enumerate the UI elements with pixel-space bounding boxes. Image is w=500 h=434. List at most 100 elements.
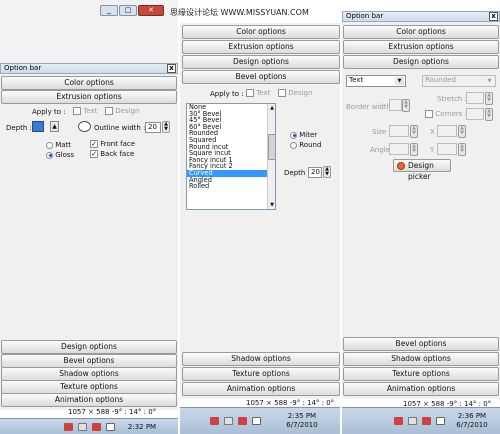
- network-icon[interactable]: [210, 417, 219, 425]
- miter-radio[interactable]: Miter: [290, 131, 317, 139]
- mid-shadow-options-button[interactable]: Shadow options: [182, 352, 340, 366]
- mid-design-checkbox[interactable]: Design: [278, 89, 312, 97]
- left-text-checkbox[interactable]: Text: [73, 107, 97, 115]
- mid-extrusion-options-button[interactable]: Extrusion options: [182, 40, 340, 54]
- right-bevel-options-button[interactable]: Bevel options: [343, 337, 499, 351]
- close-window-icon[interactable]: ✕: [138, 5, 164, 16]
- minimize-icon[interactable]: _: [100, 5, 118, 16]
- y-field[interactable]: [437, 143, 457, 155]
- y-spinner[interactable]: ▲ ▼: [458, 143, 466, 156]
- right-texture-options-button[interactable]: Texture options: [343, 367, 499, 381]
- bevel-list-item[interactable]: Rolled: [187, 183, 267, 190]
- mid-animation-options-button[interactable]: Animation options: [182, 382, 340, 396]
- stretch-field[interactable]: [466, 92, 484, 104]
- right-design-options-button[interactable]: Design options: [343, 55, 499, 69]
- mid-taskbar: 2:35 PM 6/7/2010: [180, 407, 340, 434]
- left-design-checkbox[interactable]: Design: [105, 107, 139, 115]
- corners-field[interactable]: [466, 108, 484, 120]
- right-clock[interactable]: 2:36 PM 6/7/2010: [450, 412, 494, 430]
- outline-width-field[interactable]: 20: [145, 122, 161, 133]
- depth-dropdown-icon[interactable]: ▲: [50, 121, 59, 132]
- left-depth-label: Depth :: [6, 124, 32, 132]
- back-face-checkbox[interactable]: ✓ Back face: [90, 150, 134, 158]
- checkmark-icon: ✓: [90, 150, 98, 158]
- mid-clock[interactable]: 2:35 PM 6/7/2010: [280, 412, 324, 430]
- right-option-bar-title: Option bar: [346, 12, 384, 20]
- border-width-field[interactable]: [389, 99, 402, 111]
- matt-radio[interactable]: Matt: [46, 141, 71, 149]
- speaker-icon[interactable]: [106, 423, 115, 431]
- right-close-icon[interactable]: x: [489, 12, 498, 21]
- monitor-icon[interactable]: [238, 417, 247, 425]
- left-option-bar-header: Option bar x: [0, 63, 178, 74]
- x-spinner[interactable]: ▲ ▼: [458, 125, 466, 138]
- left-color-options-button[interactable]: Color options: [1, 76, 177, 90]
- right-shadow-options-button[interactable]: Shadow options: [343, 352, 499, 366]
- stretch-spinner[interactable]: ▲ ▼: [485, 92, 493, 105]
- round-radio[interactable]: Round: [290, 141, 321, 149]
- angle-spinner[interactable]: ▲ ▼: [410, 143, 418, 156]
- gloss-radio[interactable]: Gloss: [46, 151, 74, 159]
- border-width-spinner[interactable]: ▲ ▼: [402, 99, 410, 112]
- scroll-up-icon[interactable]: ▲: [268, 104, 275, 112]
- bevel-type-list[interactable]: None 30° Bevel 45° Bevel 60° Bevel Rounded Sq…: [186, 103, 276, 210]
- x-field[interactable]: [437, 125, 457, 137]
- rounded-select[interactable]: Rounded ▼: [422, 75, 496, 87]
- mid-texture-options-button[interactable]: Texture options: [182, 367, 340, 381]
- corners-spinner[interactable]: ▲ ▼: [485, 108, 493, 121]
- size-field[interactable]: [389, 125, 409, 137]
- left-close-icon[interactable]: x: [167, 64, 176, 73]
- left-design-options-button[interactable]: Design options: [1, 340, 177, 354]
- x-label: X: [430, 128, 435, 136]
- left-shadow-options-button[interactable]: Shadow options: [1, 367, 177, 381]
- maximize-icon[interactable]: □: [119, 5, 137, 16]
- left-clock[interactable]: 2:32 PM: [122, 423, 162, 432]
- front-face-checkbox[interactable]: ✓ Front face: [90, 140, 135, 148]
- scroll-thumb[interactable]: [268, 134, 275, 160]
- mid-depth-spinner[interactable]: ▲ ▼: [323, 166, 331, 178]
- angle-field[interactable]: [389, 143, 409, 155]
- flag-icon[interactable]: [78, 423, 87, 431]
- corners-checkbox[interactable]: Corners :: [425, 110, 467, 118]
- outline-width-label: Outline width :: [94, 124, 146, 132]
- network-icon[interactable]: [394, 417, 403, 425]
- mid-color-options-button[interactable]: Color options: [182, 25, 340, 39]
- checkbox-icon: [425, 110, 433, 118]
- left-bevel-options-button[interactable]: Bevel options: [1, 354, 177, 368]
- left-texture-options-button[interactable]: Texture options: [1, 380, 177, 394]
- right-extrusion-options-button[interactable]: Extrusion options: [343, 40, 499, 54]
- mid-clock-date: 6/7/2010: [286, 421, 318, 429]
- text-select[interactable]: Text ▼: [346, 75, 406, 87]
- right-color-options-button[interactable]: Color options: [343, 25, 499, 39]
- checkmark-icon: ✓: [90, 140, 98, 148]
- checkbox-icon: [73, 107, 81, 115]
- mid-bevel-options-button[interactable]: Bevel options: [182, 70, 340, 84]
- flag-icon[interactable]: [224, 417, 233, 425]
- design-picker-button[interactable]: Design picker: [393, 159, 451, 181]
- mid-clock-time: 2:35 PM: [287, 412, 317, 420]
- monitor-icon[interactable]: [92, 423, 101, 431]
- right-animation-options-button[interactable]: Animation options: [343, 382, 499, 396]
- y-label: Y: [430, 146, 435, 154]
- speaker-icon[interactable]: [436, 417, 445, 425]
- list-scrollbar[interactable]: ▲ ▼: [267, 104, 275, 209]
- size-spinner[interactable]: ▲ ▼: [410, 125, 418, 138]
- outline-icon[interactable]: [78, 121, 91, 132]
- mid-status-bar: 1057 × 588 -9° : 14° : 0°: [246, 399, 335, 407]
- depth-icon[interactable]: [32, 121, 44, 132]
- size-label: Size: [372, 128, 387, 136]
- left-extrusion-options-button[interactable]: Extrusion options: [1, 90, 177, 104]
- mid-design-options-button[interactable]: Design options: [182, 55, 340, 69]
- network-icon[interactable]: [64, 423, 73, 431]
- left-apply-to-label: Apply to :: [32, 108, 66, 116]
- mid-depth-field[interactable]: 20: [308, 167, 322, 178]
- flag-icon[interactable]: [408, 417, 417, 425]
- outline-width-spinner[interactable]: ▲ ▼: [162, 121, 170, 133]
- monitor-icon[interactable]: [422, 417, 431, 425]
- left-option-bar-title: Option bar: [4, 64, 42, 72]
- checkbox-icon: [105, 107, 113, 115]
- speaker-icon[interactable]: [252, 417, 261, 425]
- mid-text-checkbox[interactable]: Text: [246, 89, 270, 97]
- scroll-down-icon[interactable]: ▼: [268, 201, 275, 209]
- left-animation-options-button[interactable]: Animation options: [1, 393, 177, 407]
